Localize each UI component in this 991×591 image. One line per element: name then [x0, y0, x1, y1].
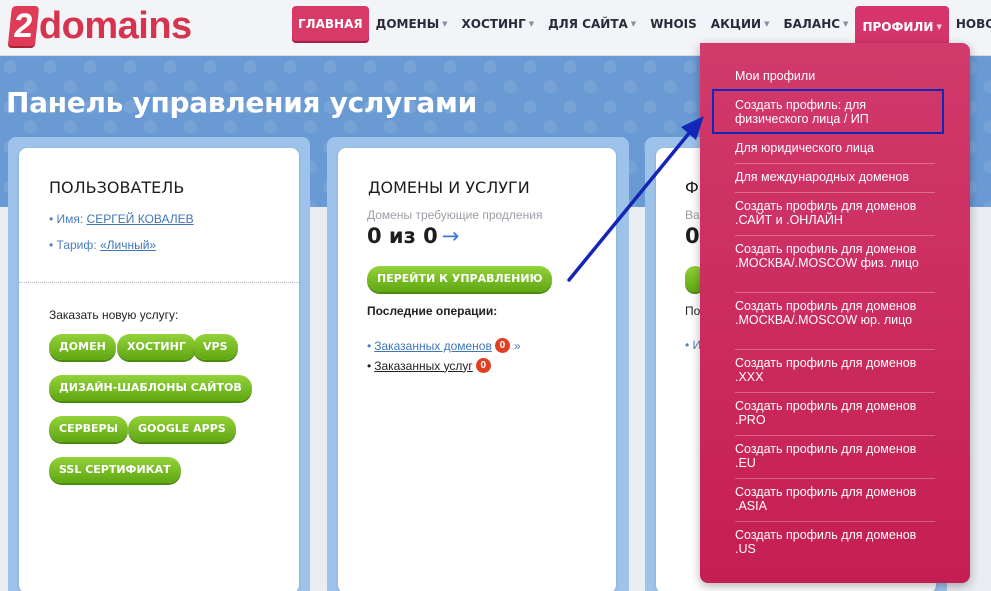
- card-muted-text: Ва: [685, 208, 700, 222]
- ordered-domains-item: • Заказанных доменов 0 »: [367, 338, 521, 353]
- menu-item-moscow-individual[interactable]: Создать профиль для доменов .МОСКВА/.MOS…: [735, 242, 935, 270]
- bullet: •: [367, 358, 372, 373]
- card-recent-title: По: [685, 304, 701, 318]
- menu-divider: [735, 163, 935, 164]
- nav-item-balance[interactable]: БАЛАНС ▼: [777, 6, 856, 43]
- main-nav: ГЛАВНАЯ ДОМЕНЫ ▼ ХОСТИНГ ▼ ДЛЯ САЙТА ▼ WHOI…: [292, 6, 991, 49]
- chevron-down-icon: ▼: [630, 20, 637, 28]
- renew-label: Домены требующие продления: [367, 208, 543, 222]
- menu-divider: [735, 349, 935, 350]
- card-title: ПОЛЬЗОВАТЕЛЬ: [49, 178, 185, 197]
- arrow-right-icon: →: [441, 224, 460, 248]
- tariff-link[interactable]: «Личный»: [100, 238, 156, 252]
- menu-item-eu[interactable]: Создать профиль для доменов .EU: [735, 442, 935, 470]
- divider: [19, 282, 299, 283]
- nav-item-home[interactable]: ГЛАВНАЯ: [292, 6, 369, 43]
- menu-item-site-online[interactable]: Создать профиль для доменов .САЙТ и .ОНЛ…: [735, 199, 935, 227]
- order-google-apps-button[interactable]: GOOGLE APPS: [128, 416, 236, 442]
- nav-label: ДЛЯ САЙТА: [548, 17, 628, 31]
- order-vps-button[interactable]: VPS: [193, 334, 238, 360]
- user-name-line: • Имя: СЕРГЕЙ КОВАЛЕВ: [49, 212, 194, 226]
- order-templates-button[interactable]: ДИЗАЙН-ШАБЛОНЫ САЙТОВ: [49, 375, 252, 401]
- card-title: ДОМЕНЫ И УСЛУГИ: [368, 178, 530, 197]
- menu-divider: [735, 435, 935, 436]
- chevron-down-icon: ▼: [843, 20, 849, 28]
- user-name-link[interactable]: СЕРГЕЙ КОВАЛЕВ: [87, 212, 194, 226]
- card-number: 0: [685, 224, 700, 248]
- chevron-down-icon: ▼: [528, 20, 535, 28]
- menu-divider: [735, 521, 935, 522]
- order-servers-button[interactable]: СЕРВЕРЫ: [49, 416, 129, 442]
- menu-item-international[interactable]: Для международных доменов: [735, 170, 935, 184]
- logo-text: domains: [38, 5, 192, 47]
- logo-badge: 2: [7, 6, 40, 46]
- nav-item-promos[interactable]: АКЦИИ ▼: [704, 6, 777, 43]
- user-card: ПОЛЬЗОВАТЕЛЬ • Имя: СЕРГЕЙ КОВАЛЕВ • Тар…: [19, 148, 299, 591]
- page-title: Панель управления услугами: [6, 86, 477, 119]
- chevron-down-icon: ▼: [936, 23, 942, 31]
- recent-operations-title: Последние операции:: [367, 304, 498, 318]
- menu-divider: [735, 478, 935, 479]
- bullet: •: [367, 338, 372, 353]
- nav-label: АКЦИИ: [710, 17, 762, 31]
- menu-item-us[interactable]: Создать профиль для доменов .US: [735, 528, 935, 556]
- menu-item-xxx[interactable]: Создать профиль для доменов .XXX: [735, 356, 935, 384]
- renew-count[interactable]: 0 из 0 →: [367, 224, 459, 248]
- menu-divider: [735, 235, 935, 236]
- chevron-down-icon: ▼: [442, 20, 448, 28]
- ordered-domains-link[interactable]: Заказанных доменов: [374, 339, 492, 353]
- order-hosting-button[interactable]: ХОСТИНГ: [117, 334, 196, 360]
- menu-item-pro[interactable]: Создать профиль для доменов .PRO: [735, 399, 935, 427]
- site-logo[interactable]: 2 domains: [7, 4, 192, 48]
- nav-item-whois[interactable]: WHOIS: [643, 6, 704, 43]
- menu-item-legal-entity[interactable]: Для юридического лица: [735, 141, 935, 155]
- domains-card: ДОМЕНЫ И УСЛУГИ Домены требующие продлен…: [338, 148, 616, 591]
- go-to-management-button[interactable]: ПЕРЕЙТИ К УПРАВЛЕНИЮ: [367, 266, 553, 292]
- nav-label: БАЛАНС: [783, 17, 841, 31]
- tariff-line: • Тариф: «Личный»: [49, 238, 156, 252]
- menu-divider: [735, 292, 935, 293]
- ordered-services-item: • Заказанных услуг 0: [367, 358, 491, 373]
- nav-label: WHOIS: [650, 17, 697, 31]
- count-badge: 0: [494, 338, 510, 353]
- order-title: Заказать новую услугу:: [49, 308, 179, 322]
- raquo-icon: »: [513, 338, 521, 353]
- name-label: • Имя:: [49, 212, 84, 226]
- nav-item-news[interactable]: НОВОСТИ: [949, 6, 991, 43]
- card-link[interactable]: • И: [685, 338, 701, 352]
- menu-divider: [735, 392, 935, 393]
- tariff-label: • Тариф:: [49, 238, 97, 252]
- ordered-services-link[interactable]: Заказанных услуг: [374, 359, 473, 373]
- nav-item-domains[interactable]: ДОМЕНЫ ▼: [369, 6, 455, 43]
- chevron-down-icon: ▼: [764, 20, 770, 28]
- nav-item-for-site[interactable]: ДЛЯ САЙТА ▼: [541, 6, 643, 43]
- nav-item-hosting[interactable]: ХОСТИНГ ▼: [455, 6, 542, 43]
- nav-label: ГЛАВНАЯ: [298, 17, 363, 31]
- menu-divider: [735, 192, 935, 193]
- card-title: Ф: [685, 178, 699, 197]
- nav-label: ДОМЕНЫ: [375, 17, 440, 31]
- nav-label: ПРОФИЛИ: [862, 20, 934, 34]
- nav-label: НОВОСТИ: [955, 17, 991, 31]
- nav-label: ХОСТИНГ: [461, 17, 526, 31]
- renew-count-value: 0 из 0: [367, 224, 438, 248]
- order-ssl-button[interactable]: SSL СЕРТИФИКАТ: [49, 457, 181, 483]
- annotation-highlight-box: [712, 89, 944, 134]
- menu-item-moscow-legal[interactable]: Создать профиль для доменов .МОСКВА/.MOS…: [735, 299, 935, 327]
- order-domain-button[interactable]: ДОМЕН: [49, 334, 116, 360]
- menu-item-asia[interactable]: Создать профиль для доменов .ASIA: [735, 485, 935, 513]
- count-badge: 0: [475, 358, 491, 373]
- menu-item-my-profiles[interactable]: Мои профили: [735, 69, 935, 83]
